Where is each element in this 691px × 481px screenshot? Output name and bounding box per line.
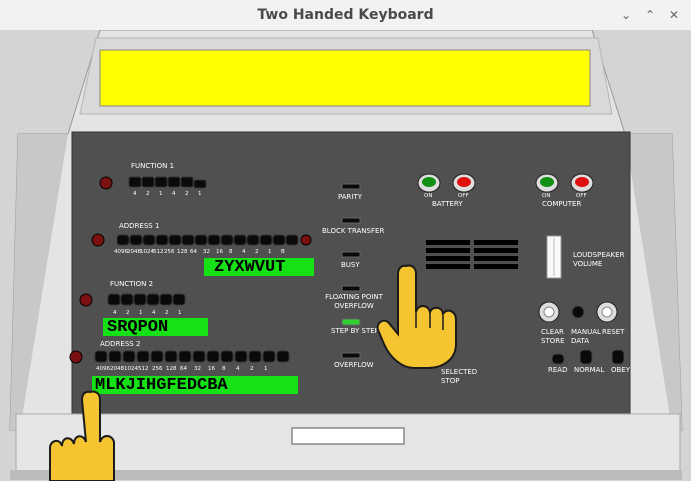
address1-letters: ZYXWVUT: [204, 258, 314, 276]
function2-bit-1: 2: [126, 310, 130, 316]
function2-letters: SRQPON: [103, 318, 208, 336]
address1-bit: 128: [177, 249, 188, 255]
step-by-step-label: STEP BY STEP: [331, 327, 379, 335]
indicator-lamps: [341, 183, 361, 359]
address2-bit: 4096: [96, 366, 110, 372]
obey-label: OBEY: [611, 366, 631, 374]
parity-label: PARITY: [338, 193, 363, 201]
function2-bit-0: 4: [113, 310, 117, 316]
address1-bit: 8: [229, 249, 233, 255]
overflow-label: OVERFLOW: [334, 361, 374, 369]
function2-label: FUNCTION 2: [110, 280, 154, 288]
function1-bit-3: 4: [172, 191, 176, 197]
address1-bit: 1: [268, 249, 272, 255]
function1-label: FUNCTION 1: [131, 162, 175, 170]
computer-off-label: OFF: [576, 193, 587, 199]
address1-bit: 512: [153, 249, 164, 255]
computer-on-label: ON: [542, 193, 551, 199]
address1-bit: 256: [164, 249, 175, 255]
clear-store-label: CLEAR STORE: [541, 328, 565, 345]
address1-bit: 4096: [114, 249, 128, 255]
address2-bit: 2048: [110, 366, 124, 372]
address1-bit: 16: [216, 249, 223, 255]
function1-bit-0: 4: [133, 191, 137, 197]
address2-bit: 1: [264, 366, 268, 372]
window-title: Two Handed Keyboard: [257, 7, 434, 23]
address2-bit: 16: [208, 366, 215, 372]
minimize-button[interactable]: ⌄: [617, 6, 635, 24]
address1-bit: 4: [242, 249, 246, 255]
block-transfer-label: BLOCK TRANSFER: [322, 227, 385, 235]
function2-keys[interactable]: [76, 290, 196, 312]
computer-label: COMPUTER: [542, 200, 582, 208]
manual-data-label: MANUAL DATA: [571, 328, 601, 345]
address1-bit: 64: [190, 249, 197, 255]
address1-bit: 32: [203, 249, 210, 255]
title-bar: Two Handed Keyboard ⌄ ⌃ ✕: [0, 0, 691, 31]
address1-bit: 2: [255, 249, 259, 255]
pointing-hand-icon: [376, 264, 457, 369]
address2-bit: 4: [236, 366, 240, 372]
function1-bit-4: 2: [185, 191, 189, 197]
function2-bit-2: 1: [139, 310, 143, 316]
yellow-display: [99, 49, 591, 107]
busy-label: BUSY: [341, 261, 360, 269]
volume-slider[interactable]: [542, 234, 566, 280]
address2-bit: 512: [138, 366, 149, 372]
address2-label: ADDRESS 2: [100, 340, 141, 348]
function1-bit-5: 1: [198, 191, 202, 197]
address1-bits: 4096 2048 1024 512 256 128 64 32 16 8 4 …: [114, 249, 314, 255]
selected-stop-label: SELECTED STOP: [441, 368, 478, 385]
function2-bit-4: 2: [165, 310, 169, 316]
reset-label: RESET: [602, 328, 625, 336]
address2-bit: 64: [180, 366, 187, 372]
function1-bit-2: 1: [159, 191, 163, 197]
front-slot: [291, 427, 405, 445]
address1-label: ADDRESS 1: [119, 222, 160, 230]
pointing-hand-icon: [49, 390, 115, 481]
battery-on-label: ON: [424, 193, 433, 199]
loudspeaker-label: LOUDSPEAKER VOLUME: [573, 251, 625, 268]
keyboard-stage: FUNCTION 1 4 2 1 4 2 1 ADDRESS 1 4096 20…: [0, 30, 691, 481]
function1-bit-1: 2: [146, 191, 150, 197]
address2-bit: 128: [166, 366, 177, 372]
function2-bit-5: 1: [178, 310, 182, 316]
address2-bit: 256: [152, 366, 163, 372]
address2-bits: 4096 2048 1024 512 256 128 64 32 16 8 4 …: [96, 366, 306, 372]
floating-point-overflow-label: FLOATING POINT OVERFLOW: [325, 293, 383, 310]
address2-bit: 2: [250, 366, 254, 372]
function2-bit-3: 4: [152, 310, 156, 316]
address2-bit: 1024: [124, 366, 138, 372]
address2-bit: 8: [222, 366, 226, 372]
address1-keys[interactable]: [88, 230, 318, 250]
battery-off-label: OFF: [458, 193, 469, 199]
address1-bit: 1024: [140, 249, 154, 255]
normal-label: NORMAL: [574, 366, 605, 374]
battery-label: BATTERY: [432, 200, 463, 208]
maximize-button[interactable]: ⌃: [641, 6, 659, 24]
read-label: READ: [548, 366, 568, 374]
address2-keys[interactable]: [66, 348, 306, 368]
address1-bit: B: [281, 249, 285, 255]
address2-bit: 32: [194, 366, 201, 372]
address1-bit: 2048: [127, 249, 141, 255]
close-button[interactable]: ✕: [665, 6, 683, 24]
